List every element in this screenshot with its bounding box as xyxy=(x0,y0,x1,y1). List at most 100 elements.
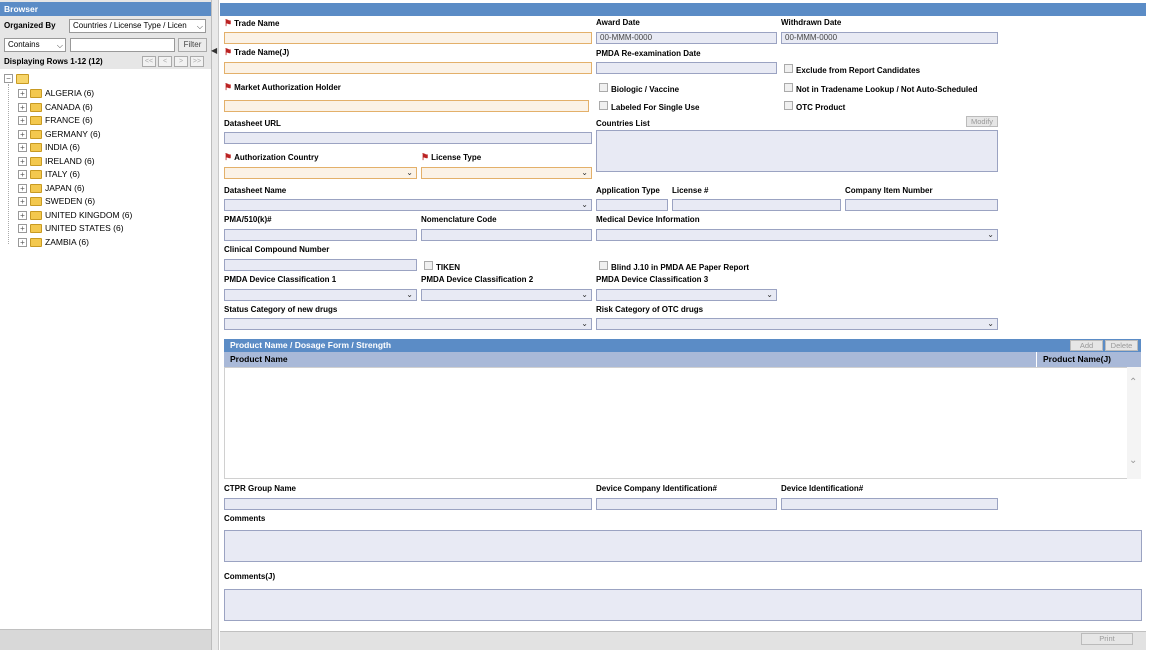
filter-mode-select[interactable]: Contains ⌵ xyxy=(4,38,66,52)
print-button[interactable]: Print xyxy=(1081,633,1133,645)
col-product-name[interactable]: Product Name xyxy=(224,352,1037,367)
product-grid-title: Product Name / Dosage Form / Strength xyxy=(224,339,1141,352)
folder-icon xyxy=(30,224,42,234)
pma-input[interactable] xyxy=(224,229,417,241)
tree-node[interactable]: + UNITED KINGDOM (6) xyxy=(18,209,132,222)
tree-node[interactable]: + ITALY (6) xyxy=(18,168,80,181)
expand-icon[interactable]: + xyxy=(18,143,27,153)
nomenclature-input[interactable] xyxy=(421,229,592,241)
tree-node[interactable]: + SWEDEN (6) xyxy=(18,195,95,208)
pager-next-button[interactable]: > xyxy=(174,56,188,67)
filter-button[interactable]: Filter xyxy=(178,38,207,52)
tree-node[interactable]: + CANADA (6) xyxy=(18,101,93,114)
company-item-number-input[interactable] xyxy=(845,199,998,211)
award-date-value: 00-MMM-0000 xyxy=(600,33,653,42)
main-header-bar xyxy=(220,3,1146,16)
scroll-down-icon[interactable]: ⌄ xyxy=(1129,455,1137,466)
pager-prev-button[interactable]: < xyxy=(158,56,172,67)
withdrawn-date-input[interactable]: 00-MMM-0000 xyxy=(781,32,998,44)
chevron-down-icon: ⌄ xyxy=(987,230,994,239)
organized-by-select[interactable]: Countries / License Type / Licen ⌵ xyxy=(69,19,206,33)
comments-textarea[interactable] xyxy=(224,530,1142,562)
trade-name-input[interactable] xyxy=(224,32,592,44)
modify-button[interactable]: Modify xyxy=(966,116,998,127)
clinical-compound-input[interactable] xyxy=(224,259,417,271)
tiken-checkbox[interactable] xyxy=(424,261,433,270)
comments-label: Comments xyxy=(224,514,266,523)
expand-icon[interactable]: + xyxy=(18,89,27,99)
tree-node[interactable]: + GERMANY (6) xyxy=(18,128,101,141)
open-folder-icon xyxy=(16,74,29,84)
comments-j-textarea[interactable] xyxy=(224,589,1142,621)
datasheet-name-select[interactable]: ⌄ xyxy=(224,199,592,211)
pmda-class1-select[interactable]: ⌄ xyxy=(224,289,417,301)
exclude-report-checkbox[interactable] xyxy=(784,64,793,73)
expand-icon[interactable]: + xyxy=(18,210,27,220)
chevron-down-icon: ⌄ xyxy=(406,290,413,299)
expand-icon[interactable]: + xyxy=(18,102,27,112)
pager-last-button[interactable]: >> xyxy=(190,56,204,67)
risk-category-label: Risk Category of OTC drugs xyxy=(596,305,704,314)
expand-icon[interactable]: + xyxy=(18,224,27,234)
application-type-input[interactable] xyxy=(596,199,668,211)
pma-label: PMA/510(k)# xyxy=(224,215,272,224)
folder-icon xyxy=(30,210,42,220)
expand-icon[interactable]: + xyxy=(18,129,27,139)
pmda-class3-select[interactable]: ⌄ xyxy=(596,289,777,301)
pmda-class2-select[interactable]: ⌄ xyxy=(421,289,592,301)
panel-splitter[interactable] xyxy=(212,0,219,650)
chevron-down-icon: ⌵ xyxy=(56,41,63,50)
tree-root-collapse-icon[interactable]: − xyxy=(4,74,13,83)
mah-input[interactable] xyxy=(224,100,589,112)
license-no-input[interactable] xyxy=(672,199,841,211)
folder-icon xyxy=(30,183,42,193)
trade-name-label: ⚑ Trade Name xyxy=(224,18,279,29)
tree-node[interactable]: + ZAMBIA (6) xyxy=(18,236,89,249)
pager-first-button[interactable]: << xyxy=(142,56,156,67)
tree-node-label: GERMANY (6) xyxy=(45,128,101,139)
pmda-class2-label: PMDA Device Classification 2 xyxy=(421,275,534,284)
expand-icon[interactable]: + xyxy=(18,237,27,247)
expand-icon[interactable]: + xyxy=(18,183,27,193)
device-company-id-input[interactable] xyxy=(596,498,777,510)
labeled-single-use-checkbox[interactable] xyxy=(599,101,608,110)
expand-icon[interactable]: + xyxy=(18,170,27,180)
blind-j10-label: Blind J.10 in PMDA AE Paper Report xyxy=(611,263,750,272)
expand-icon[interactable]: + xyxy=(18,197,27,207)
tree-node[interactable]: + JAPAN (6) xyxy=(18,182,85,195)
trade-name-j-input[interactable] xyxy=(224,62,592,74)
col-product-name-j[interactable]: Product Name(J) xyxy=(1037,352,1127,367)
not-in-tradename-checkbox[interactable] xyxy=(784,83,793,92)
tree-node[interactable]: + UNITED STATES (6) xyxy=(18,222,124,235)
ctpr-group-label: CTPR Group Name xyxy=(224,484,297,493)
status-category-select[interactable]: ⌄ xyxy=(224,318,592,330)
product-grid-header: Product Name Product Name(J) xyxy=(224,352,1141,367)
trade-name-j-text: Trade Name(J) xyxy=(234,48,290,57)
license-type-select[interactable]: ⌄ xyxy=(421,167,592,179)
tree-node[interactable]: + IRELAND (6) xyxy=(18,155,95,168)
expand-icon[interactable]: + xyxy=(18,156,27,166)
risk-category-select[interactable]: ⌄ xyxy=(596,318,998,330)
tree-node[interactable]: + ALGERIA (6) xyxy=(18,87,94,100)
biologic-checkbox[interactable] xyxy=(599,83,608,92)
blind-j10-checkbox[interactable] xyxy=(599,261,608,270)
pmda-reexam-input[interactable] xyxy=(596,62,777,74)
countries-list-box[interactable] xyxy=(596,130,998,172)
delete-button[interactable]: Delete xyxy=(1105,340,1138,351)
displaying-rows: Displaying Rows 1-12 (12) xyxy=(4,57,103,66)
filter-input[interactable] xyxy=(70,38,175,52)
datasheet-url-input[interactable] xyxy=(224,132,592,144)
expand-icon[interactable]: + xyxy=(18,116,27,126)
scroll-up-icon[interactable]: ⌃ xyxy=(1129,377,1137,388)
collapse-panel-icon[interactable]: ◀ xyxy=(211,47,217,55)
not-in-tradename-label: Not in Tradename Lookup / Not Auto-Sched… xyxy=(796,85,978,94)
authorization-country-select[interactable]: ⌄ xyxy=(224,167,417,179)
add-button[interactable]: Add xyxy=(1070,340,1103,351)
ctpr-group-input[interactable] xyxy=(224,498,592,510)
award-date-input[interactable]: 00-MMM-0000 xyxy=(596,32,777,44)
tree-node[interactable]: + FRANCE (6) xyxy=(18,114,93,127)
medical-device-info-select[interactable]: ⌄ xyxy=(596,229,998,241)
device-id-input[interactable] xyxy=(781,498,998,510)
otc-product-checkbox[interactable] xyxy=(784,101,793,110)
tree-node[interactable]: + INDIA (6) xyxy=(18,141,80,154)
